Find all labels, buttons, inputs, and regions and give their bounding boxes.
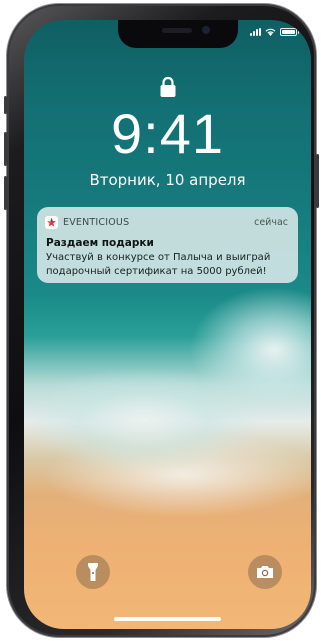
cellular-signal-icon [250,28,261,36]
camera-icon [257,566,273,578]
flashlight-icon [88,563,98,581]
silent-switch [4,96,7,114]
notification-body: Участвуй в конкурсе от Палыча и выиграй … [46,252,271,277]
notification-title: Раздаем подарки [46,237,154,249]
side-power-button [316,154,319,208]
wifi-icon [265,28,276,36]
status-bar [250,28,299,36]
earpiece-speaker [162,28,192,33]
phone-device-frame: 9:41 Вторник, 10 апреля EVENTICIOUS сейч… [4,4,319,637]
volume-up-button [4,132,7,166]
notification-app-name: EVENTICIOUS [63,216,130,228]
eventicious-app-icon [45,215,58,229]
display-notch [118,20,238,48]
battery-icon [280,28,299,36]
front-camera [202,26,210,34]
lock-screen: 9:41 Вторник, 10 апреля EVENTICIOUS сейч… [24,20,311,629]
notification-header: EVENTICIOUS сейчас [45,215,288,229]
flashlight-button[interactable] [76,555,110,589]
lock-icon [160,76,176,97]
lock-screen-date: Вторник, 10 апреля [89,171,246,189]
notification-time: сейчас [254,216,288,228]
push-notification[interactable]: EVENTICIOUS сейчас Раздаем подарки Участ… [37,207,298,283]
volume-down-button [4,176,7,210]
star-icon [47,217,56,226]
camera-button[interactable] [248,555,282,589]
home-indicator[interactable] [114,617,221,621]
lock-screen-time: 9:41 [111,102,224,165]
